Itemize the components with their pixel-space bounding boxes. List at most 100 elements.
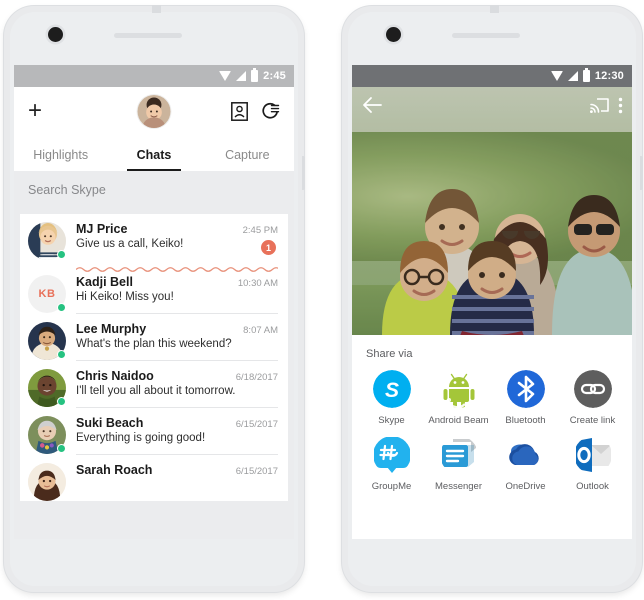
share-target-android-beam[interactable]: Android Beam bbox=[425, 370, 492, 426]
share-target-label: Messenger bbox=[435, 481, 482, 492]
table-row[interactable]: KB Kadji Bell 10:30 AM Hi Keiko! Miss yo… bbox=[20, 267, 288, 313]
phone-side-button[interactable] bbox=[640, 156, 643, 190]
phone-side-button[interactable] bbox=[302, 156, 305, 190]
add-new-button[interactable]: + bbox=[28, 99, 42, 123]
share-target-grid: S Skype Android Beam Bluetooth Create li… bbox=[352, 364, 632, 502]
search-input[interactable]: Search Skype bbox=[14, 171, 294, 209]
photo-viewer[interactable] bbox=[352, 87, 632, 335]
photo-dim-overlay bbox=[352, 87, 632, 335]
earpiece-speaker bbox=[114, 33, 182, 38]
presence-online-indicator bbox=[57, 250, 66, 259]
groupme-icon bbox=[373, 436, 411, 474]
skype-glyph: S bbox=[372, 370, 411, 408]
typing-wave-divider bbox=[75, 260, 281, 272]
avatar: KB bbox=[28, 275, 66, 313]
chat-list[interactable]: MJ Price 2:45 PM Give us a call, Keiko! … bbox=[14, 209, 294, 539]
groupme-glyph bbox=[373, 437, 410, 473]
share-target-groupme[interactable]: GroupMe bbox=[358, 436, 425, 492]
signal-icon bbox=[236, 71, 247, 81]
share-target-create-link[interactable]: Create link bbox=[559, 370, 626, 426]
skype-icon: S bbox=[372, 370, 411, 408]
cast-icon[interactable] bbox=[590, 97, 609, 113]
table-row[interactable]: Suki Beach 6/15/2017 Everything is going… bbox=[20, 408, 288, 454]
message-preview: Hi Keiko! Miss you! bbox=[76, 291, 174, 303]
table-row[interactable]: Lee Murphy 8:07 AM What's the plan this … bbox=[20, 314, 288, 360]
main-tab-bar: Highlights Chats Capture bbox=[14, 135, 294, 171]
chat-header-row: Chris Naidoo 6/18/2017 bbox=[76, 369, 278, 383]
contact-photo-sarah bbox=[28, 463, 66, 501]
android-glyph bbox=[443, 373, 474, 408]
share-target-label: Android Beam bbox=[428, 415, 489, 426]
share-target-label: GroupMe bbox=[371, 481, 412, 492]
outlook-icon bbox=[574, 436, 612, 474]
tab-capture[interactable]: Capture bbox=[201, 148, 294, 171]
avatar bbox=[28, 416, 66, 454]
message-timestamp: 6/15/2017 bbox=[235, 466, 278, 477]
android-beam-icon bbox=[440, 370, 478, 408]
presence-online-indicator bbox=[57, 397, 66, 406]
chat-content: MJ Price 2:45 PM Give us a call, Keiko! bbox=[76, 222, 278, 257]
message-timestamp: 10:30 AM bbox=[237, 278, 278, 289]
chat-content: Sarah Roach 6/15/2017 bbox=[76, 463, 278, 484]
back-arrow-icon[interactable] bbox=[361, 96, 382, 114]
share-target-label: Create link bbox=[569, 415, 616, 426]
tab-chats[interactable]: Chats bbox=[107, 148, 200, 171]
contact-card-icon[interactable] bbox=[231, 101, 248, 121]
right-status-bar: 12:30 bbox=[352, 65, 632, 87]
status-bar-time: 12:30 bbox=[594, 70, 624, 82]
share-target-bluetooth[interactable]: Bluetooth bbox=[492, 370, 559, 426]
my-profile-avatar[interactable] bbox=[137, 94, 171, 128]
table-row[interactable]: MJ Price 2:45 PM Give us a call, Keiko! … bbox=[20, 214, 288, 260]
share-target-onedrive[interactable]: OneDrive bbox=[492, 436, 559, 492]
overflow-menu-icon[interactable] bbox=[618, 97, 623, 114]
message-preview: What's the plan this weekend? bbox=[76, 338, 232, 350]
table-row[interactable]: Chris Naidoo 6/18/2017 I'll tell you all… bbox=[20, 361, 288, 407]
avatar-image bbox=[137, 94, 171, 128]
chat-content: Suki Beach 6/15/2017 Everything is going… bbox=[76, 416, 278, 451]
screenshot-stage: 2:45 + Highlights Chats Capture Search S… bbox=[0, 0, 644, 600]
right-phone-device: 12:30 Share via S Skype Android Beam Blu… bbox=[342, 5, 643, 592]
left-status-bar: 2:45 bbox=[14, 65, 294, 87]
wifi-icon bbox=[550, 71, 563, 81]
chat-header-row: Sarah Roach 6/15/2017 bbox=[76, 463, 278, 477]
battery-icon bbox=[582, 68, 590, 82]
chat-header-row: Suki Beach 6/15/2017 bbox=[76, 416, 278, 430]
contact-name: Kadji Bell bbox=[76, 275, 133, 289]
contact-name: Lee Murphy bbox=[76, 322, 147, 336]
contact-name: MJ Price bbox=[76, 222, 128, 236]
table-row[interactable]: Sarah Roach 6/15/2017 bbox=[20, 455, 288, 501]
link-glyph bbox=[573, 370, 612, 408]
avatar bbox=[28, 463, 66, 501]
chat-header-row: MJ Price 2:45 PM bbox=[76, 222, 278, 236]
outlook-glyph bbox=[575, 438, 611, 472]
onedrive-glyph bbox=[508, 444, 539, 465]
messenger-icon bbox=[440, 436, 478, 474]
link-icon bbox=[573, 370, 612, 408]
onedrive-icon bbox=[507, 436, 545, 474]
right-phone-screen: 12:30 Share via S Skype Android Beam Blu… bbox=[352, 65, 632, 539]
chat-list-card: MJ Price 2:45 PM Give us a call, Keiko! … bbox=[20, 214, 288, 501]
share-target-skype[interactable]: S Skype bbox=[358, 370, 425, 426]
wifi-icon bbox=[219, 71, 232, 81]
tab-highlights[interactable]: Highlights bbox=[14, 148, 107, 171]
bluetooth-glyph bbox=[506, 370, 545, 408]
chat-header-row: Kadji Bell 10:30 AM bbox=[76, 275, 278, 289]
left-phone-screen: 2:45 + Highlights Chats Capture Search S… bbox=[14, 65, 294, 539]
share-target-label: Outlook bbox=[576, 481, 609, 492]
share-sheet-title: Share via bbox=[366, 348, 413, 360]
call-history-icon[interactable] bbox=[262, 102, 280, 121]
chat-content: Lee Murphy 8:07 AM What's the plan this … bbox=[76, 322, 278, 357]
share-target-outlook[interactable]: Outlook bbox=[559, 436, 626, 492]
share-target-messenger[interactable]: Messenger bbox=[425, 436, 492, 492]
signal-icon bbox=[567, 71, 578, 81]
avatar-image bbox=[28, 463, 66, 501]
phone-top-notch bbox=[152, 5, 161, 13]
photo-nav-icons bbox=[590, 97, 623, 114]
share-target-label: Skype bbox=[378, 415, 405, 426]
presence-online-indicator bbox=[57, 444, 66, 453]
skype-app-header: + bbox=[14, 87, 294, 135]
phone-top-notch bbox=[490, 5, 499, 13]
share-sheet: Share via S Skype Android Beam Bluetooth… bbox=[352, 335, 632, 539]
photo-top-bar bbox=[352, 87, 632, 123]
share-target-label: OneDrive bbox=[505, 481, 546, 492]
